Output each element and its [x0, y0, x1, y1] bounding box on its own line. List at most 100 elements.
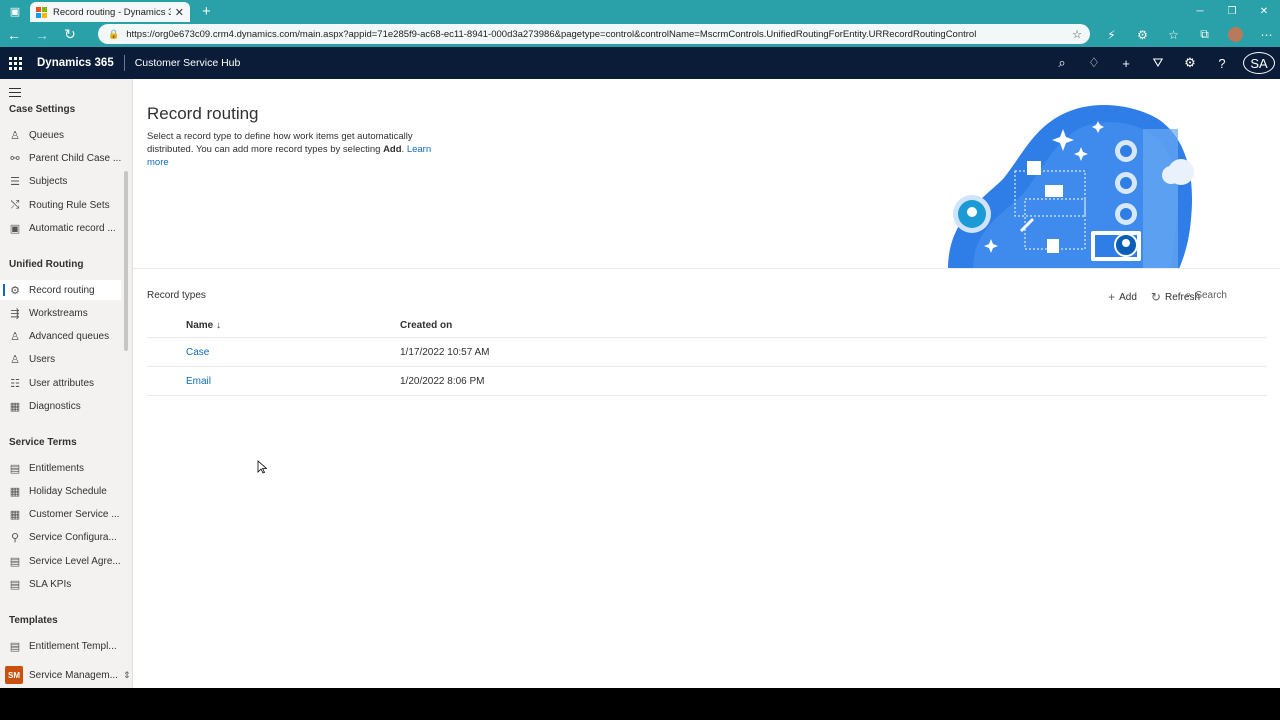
sidebar-item-users[interactable]: ♙ Users	[0, 349, 121, 369]
subjects-icon: ☰	[10, 175, 20, 188]
sidebar-item-parent-child-case[interactable]: ⚯ Parent Child Case ...	[0, 148, 121, 168]
record-routing-icon: ⚙	[10, 284, 20, 297]
profile-icon[interactable]	[1220, 27, 1251, 42]
app-header: Dynamics 365 Customer Service Hub ⌕ ♢ + …	[0, 47, 1280, 79]
created-on-value: 1/20/2022 8:06 PM	[400, 376, 485, 387]
sidebar-item-routing-rule-sets[interactable]: ⤭ Routing Rule Sets	[0, 195, 121, 215]
sidebar-item-customer-service[interactable]: ▦ Customer Service ...	[0, 504, 121, 524]
lightbulb-icon[interactable]: ♢	[1078, 55, 1110, 71]
extensions-puzzle-icon[interactable]: ⚙	[1127, 28, 1158, 42]
add-icon[interactable]: +	[1110, 56, 1142, 71]
app-name[interactable]: Customer Service Hub	[135, 57, 241, 69]
holiday-icon: ▦	[9, 485, 21, 498]
extension-icon[interactable]: ⚡	[1096, 28, 1127, 42]
page-title: Record routing	[147, 104, 259, 123]
restore-icon[interactable]: ❐	[1216, 0, 1248, 22]
record-type-link[interactable]: Email	[186, 376, 211, 387]
workstreams-icon: ⇶	[10, 307, 20, 320]
routing-rules-icon: ⤭	[10, 198, 20, 211]
sidebar-item-label: Service Level Agre...	[29, 555, 121, 567]
add-button[interactable]: + Add	[1108, 290, 1137, 304]
sidebar-item-label: Automatic record ...	[29, 222, 116, 234]
area-label: Service Managem...	[29, 669, 118, 681]
search-icon: ⌕	[1185, 289, 1192, 301]
address-bar[interactable]: 🔒 https://org0e673c09.crm4.dynamics.com/…	[98, 24, 1090, 44]
search-input[interactable]: ⌕ Search	[1185, 289, 1227, 302]
sidebar-item-holiday-schedule[interactable]: ▦ Holiday Schedule	[0, 481, 121, 501]
group-heading-templates: Templates	[9, 615, 58, 626]
mouse-cursor-icon	[257, 460, 267, 474]
sidebar-item-service-configuration[interactable]: ⚲ Service Configura...	[0, 527, 121, 547]
sidebar-item-advanced-queues[interactable]: ♙ Advanced queues	[0, 326, 121, 346]
advanced-queues-icon: ♙	[10, 330, 20, 343]
table-row[interactable]: Email 1/20/2022 8:06 PM	[147, 367, 1267, 396]
minimize-icon[interactable]: ─	[1184, 0, 1216, 22]
record-routing-illustration	[948, 104, 1194, 269]
collections-icon[interactable]: ⧉	[1189, 27, 1220, 42]
url-text[interactable]: https://org0e673c09.crm4.dynamics.com/ma…	[126, 29, 1072, 40]
tab-actions-icon[interactable]: ▣	[0, 0, 30, 22]
user-avatar[interactable]: SA	[1243, 52, 1275, 74]
group-heading-case-settings: Case Settings	[9, 104, 76, 115]
plus-icon: +	[1108, 290, 1116, 304]
help-icon[interactable]: ?	[1206, 56, 1238, 71]
back-icon[interactable]: ←	[0, 23, 28, 47]
reload-icon[interactable]: ↻	[56, 23, 84, 47]
sidebar-scrollbar[interactable]	[124, 171, 128, 351]
section-divider	[133, 268, 1280, 269]
close-tab-icon[interactable]: ✕	[175, 6, 184, 19]
header-actions: ⌕ ♢ + ⛛ ⚙ ? SA	[1046, 47, 1280, 79]
favorite-star-icon[interactable]: ☆	[1072, 28, 1082, 41]
brand-name[interactable]: Dynamics 365	[37, 57, 114, 69]
add-button-label: Add	[1119, 291, 1137, 303]
sidebar-item-subjects[interactable]: ☰ Subjects	[0, 171, 121, 191]
sidebar-item-automatic-record[interactable]: ▣ Automatic record ...	[0, 218, 121, 238]
column-header-name[interactable]: Name ↓	[186, 320, 221, 331]
sidebar-item-label: Entitlement Templ...	[29, 640, 117, 652]
service-config-icon: ⚲	[10, 531, 20, 544]
group-heading-service-terms: Service Terms	[9, 437, 77, 448]
browser-tab-bar: ▣ Record routing - Dynamics 365 ✕ + ─ ❐ …	[0, 0, 1280, 22]
hamburger-menu-icon[interactable]	[9, 88, 21, 100]
sidebar-item-record-routing[interactable]: ⚙ Record routing	[0, 280, 121, 300]
filter-icon[interactable]: ⛛	[1142, 55, 1174, 71]
sidebar-item-workstreams[interactable]: ⇶ Workstreams	[0, 303, 121, 323]
browser-extensions: ⚡ ⚙ ☆ ⧉ ⋯	[1096, 22, 1280, 47]
sidebar-item-label: Workstreams	[29, 307, 88, 319]
grid-header: Name ↓ Created on	[147, 314, 1267, 338]
sidebar-item-sla-kpis[interactable]: ▤ SLA KPIs	[0, 574, 121, 594]
record-types-title: Record types	[147, 290, 206, 301]
new-tab-icon[interactable]: +	[202, 3, 211, 20]
browser-menu-icon[interactable]: ⋯	[1251, 28, 1280, 42]
sort-descending-icon: ↓	[216, 320, 222, 331]
area-badge: SM	[5, 666, 23, 684]
sla-kpi-icon: ▤	[9, 578, 21, 591]
template-icon: ▤	[9, 640, 21, 653]
record-type-link[interactable]: Case	[186, 347, 209, 358]
chevron-updown-icon: ⇕	[122, 669, 131, 680]
sidebar-item-entitlement-templates[interactable]: ▤ Entitlement Templ...	[0, 636, 121, 656]
sidebar-item-service-level-agreements[interactable]: ▤ Service Level Agre...	[0, 551, 121, 571]
settings-gear-icon[interactable]: ⚙	[1174, 55, 1206, 71]
entitlements-icon: ▤	[9, 462, 21, 475]
header-divider	[123, 55, 125, 71]
sidebar-item-user-attributes[interactable]: ☷ User attributes	[0, 373, 121, 393]
sidebar-item-label: Diagnostics	[29, 400, 81, 412]
record-types-commandbar: + Add ↻ Refresh	[1094, 288, 1200, 306]
app-launcher-icon[interactable]	[0, 47, 30, 79]
description-bold: Add	[383, 144, 402, 155]
browser-tab[interactable]: Record routing - Dynamics 365 ✕	[30, 2, 190, 22]
favorites-icon[interactable]: ☆	[1158, 28, 1189, 42]
close-window-icon[interactable]: ✕	[1248, 0, 1280, 22]
sidebar-item-entitlements[interactable]: ▤ Entitlements	[0, 458, 121, 478]
sla-icon: ▤	[9, 555, 21, 568]
table-row[interactable]: Case 1/17/2022 10:57 AM	[147, 338, 1267, 367]
area-switcher[interactable]: SM Service Managem... ⇕	[0, 662, 132, 688]
sidebar-item-label: Queues	[29, 129, 65, 141]
column-header-created-on[interactable]: Created on	[400, 320, 452, 331]
column-header-name-label: Name	[186, 320, 214, 331]
sidebar-item-diagnostics[interactable]: ▦ Diagnostics	[0, 396, 121, 416]
search-icon[interactable]: ⌕	[1046, 55, 1078, 71]
forward-icon[interactable]: →	[28, 23, 56, 47]
sidebar-item-queues[interactable]: ♙ Queues	[0, 125, 121, 145]
